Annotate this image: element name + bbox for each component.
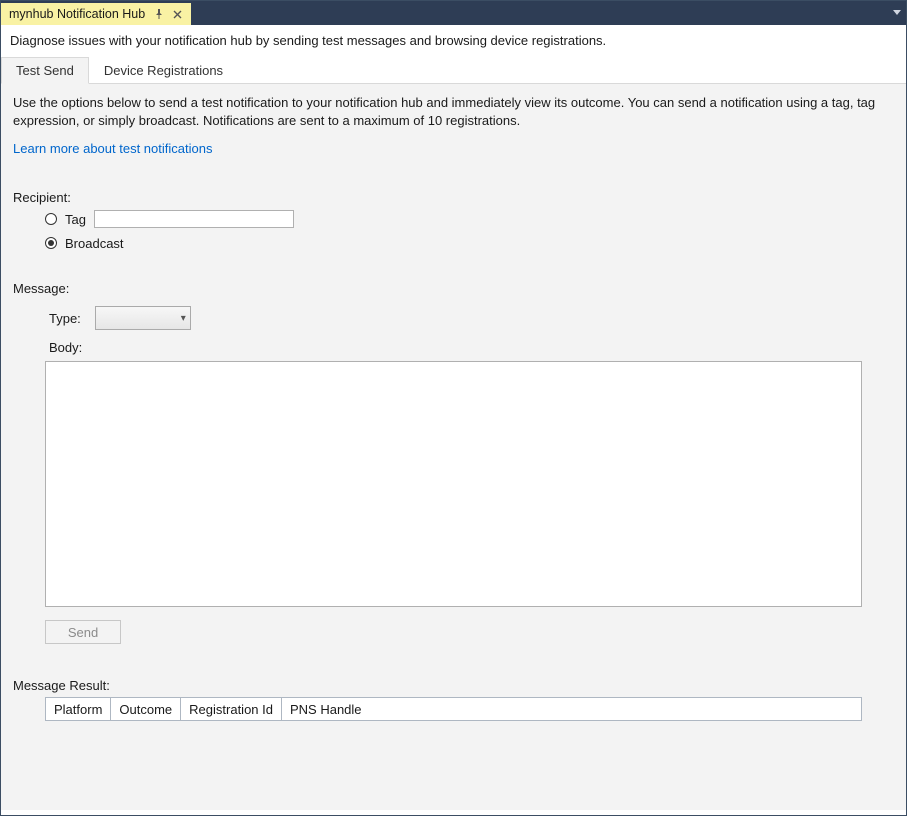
type-row: Type: ▾	[49, 306, 894, 330]
radio-broadcast[interactable]	[45, 237, 57, 249]
col-platform[interactable]: Platform	[46, 698, 111, 720]
send-button[interactable]: Send	[45, 620, 121, 644]
col-outcome[interactable]: Outcome	[111, 698, 181, 720]
type-dropdown[interactable]: ▾	[95, 306, 191, 330]
recipient-option-tag[interactable]: Tag	[45, 209, 894, 229]
tab-test-send[interactable]: Test Send	[1, 57, 89, 84]
page-description: Diagnose issues with your notification h…	[1, 25, 906, 56]
type-label: Type:	[49, 311, 81, 326]
document-tab-title: mynhub Notification Hub	[9, 7, 145, 21]
result-header-row: Platform Outcome Registration Id PNS Han…	[46, 698, 861, 720]
tabstrip: Test Send Device Registrations	[1, 56, 906, 84]
tab-device-registrations[interactable]: Device Registrations	[89, 57, 238, 84]
document-tab[interactable]: mynhub Notification Hub	[1, 3, 191, 25]
radio-broadcast-label[interactable]: Broadcast	[65, 236, 124, 251]
document-tab-actions	[151, 6, 185, 22]
chevron-down-icon: ▾	[181, 313, 186, 324]
message-section-label: Message:	[13, 281, 894, 296]
col-registration-id[interactable]: Registration Id	[181, 698, 282, 720]
message-result-label: Message Result:	[13, 678, 894, 693]
recipient-option-broadcast[interactable]: Broadcast	[45, 233, 894, 253]
tab-content-test-send: Use the options below to send a test not…	[1, 84, 906, 810]
send-button-label: Send	[68, 625, 98, 640]
radio-tag-label[interactable]: Tag	[65, 212, 86, 227]
col-pns-handle[interactable]: PNS Handle	[282, 698, 861, 720]
message-result-table: Platform Outcome Registration Id PNS Han…	[45, 697, 862, 721]
body-textarea[interactable]	[45, 361, 862, 607]
close-icon[interactable]	[169, 6, 185, 22]
radio-tag[interactable]	[45, 213, 57, 225]
recipient-section-label: Recipient:	[13, 190, 894, 205]
tag-input[interactable]	[94, 210, 294, 228]
body-area	[45, 361, 862, 610]
pin-icon[interactable]	[151, 6, 167, 22]
window-titlebar: mynhub Notification Hub	[1, 1, 906, 25]
body-label: Body:	[49, 340, 894, 355]
window-menu-dropdown-icon[interactable]	[888, 1, 906, 25]
learn-more-link[interactable]: Learn more about test notifications	[13, 141, 212, 156]
intro-text: Use the options below to send a test not…	[13, 94, 894, 129]
